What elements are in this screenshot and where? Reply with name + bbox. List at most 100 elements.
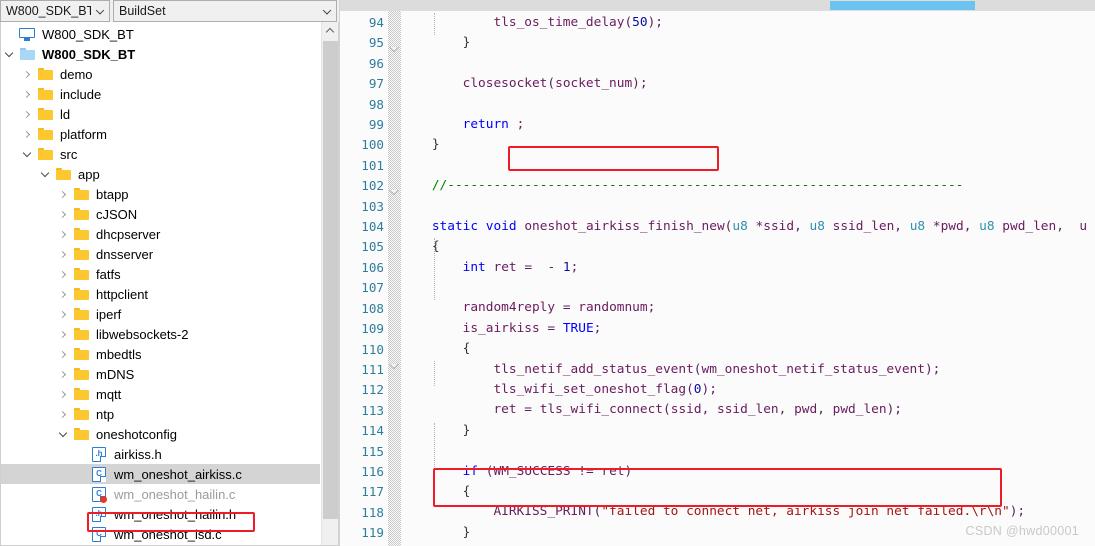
code-folding-margin[interactable] [388,11,401,546]
editor-horizontal-scrollbar[interactable] [340,0,1095,11]
chevron-right-icon[interactable] [55,344,71,364]
chevron-right-icon[interactable] [55,364,71,384]
monitor-icon [17,24,37,44]
code-line[interactable]: //--------------------------------------… [401,176,1095,196]
chevron-down-icon [95,6,105,15]
code-line[interactable] [401,156,1095,176]
tree-item-btapp[interactable]: btapp [1,184,320,204]
code-line[interactable]: { [401,339,1095,359]
tree-item-wm-oneshot-hailin-h[interactable]: .h wm_oneshot_hailin.h [1,504,320,524]
folder-icon [53,164,73,184]
line-number: 95 [368,35,384,51]
tree-item-fatfs[interactable]: fatfs [1,264,320,284]
tree-root-header[interactable]: W800_SDK_BT [1,24,320,44]
code-line[interactable] [401,54,1095,74]
code-line[interactable]: tls_wifi_set_oneshot_flag(0); [401,380,1095,400]
chevron-right-icon[interactable] [55,244,71,264]
tree-item-mdns[interactable]: mDNS [1,364,320,384]
code-line[interactable]: tls_os_time_delay(50); [401,13,1095,33]
line-number-gutter: 94 95 96 97 98 99 100 101 102 103 104 105 106 107 108 1… [340,11,388,546]
indent-guide [434,13,435,35]
tree-item-wm-oneshot-lsd-c[interactable]: Cwm_oneshot_lsd.c [1,524,320,544]
fold-marker-icon[interactable] [389,190,399,195]
horizontal-scrollbar-thumb[interactable] [830,1,975,10]
chevron-down-icon[interactable] [37,164,53,184]
tree-item-mqtt[interactable]: mqtt [1,384,320,404]
tree-item-demo[interactable]: demo [1,64,320,84]
tree-item-airkiss-h[interactable]: .h airkiss.h [1,444,320,464]
tree-item-iperf[interactable]: iperf [1,304,320,324]
tree-item-label: mqtt [96,386,122,402]
project-tree[interactable]: W800_SDK_BT W800_SDK_BTdemo include ld plat… [1,22,320,545]
chevron-right-icon[interactable] [55,204,71,224]
tree-item-dnsserver[interactable]: dnsserver [1,244,320,264]
tree-item-include[interactable]: include [1,84,320,104]
code-line[interactable]: is_airkiss = TRUE; [401,319,1095,339]
tree-item-wm-oneshot-hailin-c[interactable]: Cwm_oneshot_hailin.c [1,484,320,504]
chevron-right-icon[interactable] [55,384,71,404]
chevron-right-icon[interactable] [55,184,71,204]
tree-item-libwebsockets-2[interactable]: libwebsockets-2 [1,324,320,344]
code-line[interactable]: closesocket(socket_num); [401,74,1095,94]
tree-item-httpclient[interactable]: httpclient [1,284,320,304]
tree-item-oneshotconfig[interactable]: oneshotconfig [1,424,320,444]
line-number: 112 [361,382,384,398]
code-line[interactable]: random4reply = randomnum; [401,298,1095,318]
code-area[interactable]: 94 95 96 97 98 99 100 101 102 103 104 105 106 107 108 1… [340,11,1095,546]
tree-item-label: W800_SDK_BT [42,46,136,62]
chevron-down-icon[interactable] [55,424,71,444]
chevron-down-icon[interactable] [19,144,35,164]
buildset-select[interactable]: BuildSet [113,0,337,22]
code-line[interactable]: tls_netif_add_status_event(wm_oneshot_ne… [401,360,1095,380]
tree-item-src[interactable]: src [1,144,320,164]
chevron-right-icon[interactable] [55,224,71,244]
tree-item-app[interactable]: app [1,164,320,184]
code-line[interactable] [401,441,1095,461]
source-code-text[interactable]: tls_os_time_delay(50); } closesocket(soc… [401,11,1095,546]
chevron-right-icon[interactable] [19,64,35,84]
chevron-right-icon[interactable] [55,264,71,284]
tree-item-label: wm_oneshot_airkiss.c [114,466,242,482]
scrollbar-thumb[interactable] [323,41,338,519]
folder-icon [71,384,91,404]
code-line[interactable]: } [401,421,1095,441]
chevron-right-icon[interactable] [55,304,71,324]
code-line[interactable]: { [401,237,1095,257]
tree-vertical-scrollbar[interactable] [321,22,338,545]
code-line[interactable]: { [401,482,1095,502]
code-line[interactable] [401,278,1095,298]
tree-item-label: wm_oneshot_hailin.h [114,506,237,522]
code-line[interactable] [401,197,1095,217]
chevron-right-icon[interactable] [19,84,35,104]
tree-item-ld[interactable]: ld [1,104,320,124]
watermark-text: CSDN @hwd00001 [965,524,1079,538]
chevron-right-icon[interactable] [19,124,35,144]
code-line[interactable]: } [401,33,1095,53]
tree-item-mbedtls[interactable]: mbedtls [1,344,320,364]
chevron-right-icon[interactable] [55,404,71,424]
code-editor-pane[interactable]: 94 95 96 97 98 99 100 101 102 103 104 105 106 107 108 1… [340,0,1095,546]
code-line[interactable]: AIRKISS_PRINT("failed to connect net, ai… [401,502,1095,522]
code-line[interactable]: if (WM_SUCCESS != ret) [401,462,1095,482]
chevron-down-icon[interactable] [1,44,17,64]
code-line[interactable]: return ; [401,115,1095,135]
fold-marker-icon[interactable] [389,364,399,369]
scroll-up-button[interactable] [322,22,338,39]
fold-marker-icon[interactable] [389,47,399,52]
code-line[interactable] [401,95,1095,115]
project-tree-container: W800_SDK_BT W800_SDK_BTdemo include ld plat… [0,22,339,546]
tree-item-platform[interactable]: platform [1,124,320,144]
tree-item-cjson[interactable]: cJSON [1,204,320,224]
code-line[interactable]: } [401,135,1095,155]
project-select[interactable]: W800_SDK_BT [0,0,110,22]
tree-item-ntp[interactable]: ntp [1,404,320,424]
code-line[interactable]: static void oneshot_airkiss_finish_new(u… [401,217,1095,237]
tree-item-w800-sdk-bt[interactable]: W800_SDK_BT [1,44,320,64]
chevron-right-icon[interactable] [55,324,71,344]
code-line[interactable]: ret = tls_wifi_connect(ssid, ssid_len, p… [401,400,1095,420]
tree-item-dhcpserver[interactable]: dhcpserver [1,224,320,244]
code-line[interactable]: int ret = - 1; [401,258,1095,278]
chevron-right-icon[interactable] [19,104,35,124]
tree-item-wm-oneshot-airkiss-c[interactable]: Cwm_oneshot_airkiss.c [1,464,320,484]
chevron-right-icon[interactable] [55,284,71,304]
